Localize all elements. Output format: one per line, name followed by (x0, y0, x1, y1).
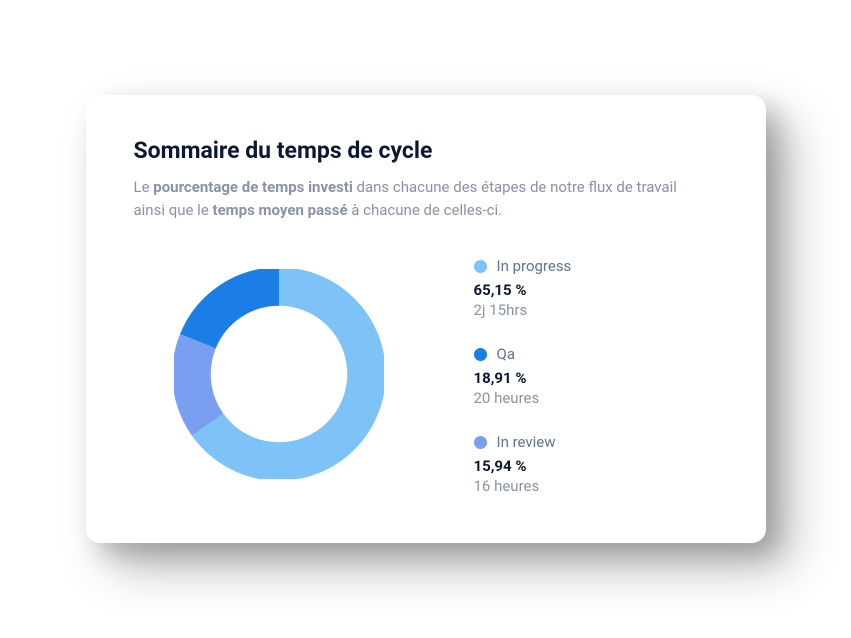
legend-label: In review (497, 433, 556, 451)
legend-time: 2j 15hrs (474, 301, 572, 319)
legend-percent: 65,15 % (474, 281, 572, 299)
legend-top: In progress (474, 257, 572, 275)
donut-chart (174, 269, 384, 483)
legend-item-in-progress: In progress 65,15 % 2j 15hrs (474, 257, 572, 319)
legend-item-qa: Qa 18,91 % 20 heures (474, 345, 572, 407)
card-body: In progress 65,15 % 2j 15hrs Qa 18,91 % … (134, 257, 718, 495)
subtitle-pre: Le (134, 178, 154, 196)
subtitle-post: à chacune de celles-ci. (348, 201, 502, 219)
legend-percent: 18,91 % (474, 369, 572, 387)
legend-time: 16 heures (474, 477, 572, 495)
legend-top: In review (474, 433, 572, 451)
swatch-icon (474, 436, 487, 449)
legend: In progress 65,15 % 2j 15hrs Qa 18,91 % … (474, 257, 572, 495)
legend-label: Qa (497, 345, 515, 363)
legend-item-in-review: In review 15,94 % 16 heures (474, 433, 572, 495)
card-title: Sommaire du temps de cycle (134, 137, 718, 164)
legend-label: In progress (497, 257, 572, 275)
swatch-icon (474, 348, 487, 361)
subtitle-bold-1: pourcentage de temps investi (153, 178, 353, 196)
cycle-time-summary-card: Sommaire du temps de cycle Le pourcentag… (86, 95, 766, 543)
legend-time: 20 heures (474, 389, 572, 407)
donut-svg (174, 269, 384, 479)
legend-top: Qa (474, 345, 572, 363)
legend-percent: 15,94 % (474, 457, 572, 475)
subtitle-bold-2: temps moyen passé (213, 201, 348, 219)
card-subtitle: Le pourcentage de temps investi dans cha… (134, 176, 694, 221)
swatch-icon (474, 260, 487, 273)
